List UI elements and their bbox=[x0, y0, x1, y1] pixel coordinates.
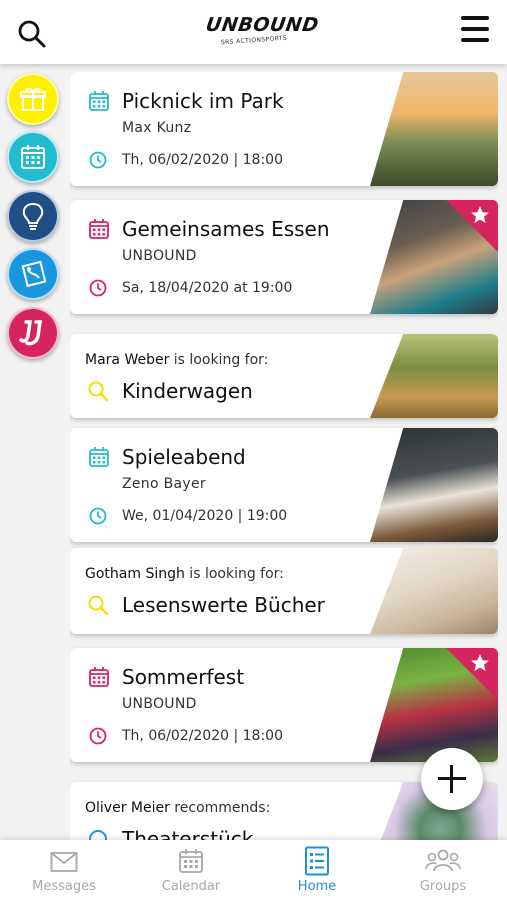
request-item: Lesenswerte Bücher bbox=[122, 593, 325, 617]
request-header: Mara Weber is looking for: bbox=[85, 352, 268, 368]
tab-label: Messages bbox=[32, 879, 96, 894]
search-icon bbox=[87, 380, 109, 406]
bottom-navigation: Messages Calendar Home Groups bbox=[0, 840, 507, 900]
event-image bbox=[370, 72, 498, 186]
category-gift-button[interactable] bbox=[7, 73, 59, 125]
calendar-icon bbox=[88, 218, 110, 244]
request-image bbox=[370, 548, 498, 634]
tab-messages[interactable]: Messages bbox=[1, 840, 127, 900]
event-host: UNBOUND bbox=[122, 248, 197, 264]
event-card[interactable]: Gemeinsames Essen UNBOUND Sa, 18/04/2020… bbox=[70, 200, 498, 314]
recommendation-item: Theaterstück bbox=[122, 827, 254, 840]
request-person: Mara Weber bbox=[85, 352, 170, 368]
search-icon bbox=[87, 594, 109, 620]
request-card[interactable]: Mara Weber is looking for: Kinderwagen bbox=[70, 334, 498, 418]
tab-label: Groups bbox=[419, 879, 467, 894]
recommendation-phrase: recommends: bbox=[169, 800, 271, 816]
top-app-bar: UNBOUND SRS ACTIONSPORTS bbox=[0, 0, 507, 64]
calendar-icon bbox=[88, 446, 110, 472]
add-button[interactable] bbox=[421, 748, 483, 810]
tab-label: Calendar bbox=[161, 879, 221, 894]
event-title: Picknick im Park bbox=[122, 89, 284, 113]
clock-icon bbox=[88, 506, 108, 530]
event-datetime: Th, 06/02/2020 | 18:00 bbox=[122, 152, 283, 168]
category-unbound-button[interactable] bbox=[7, 307, 59, 359]
tab-label: Home bbox=[297, 879, 337, 894]
calendar-icon bbox=[88, 666, 110, 692]
request-person: Gotham Singh bbox=[85, 566, 185, 582]
event-host: UNBOUND bbox=[122, 696, 197, 712]
event-datetime: Th, 06/02/2020 | 18:00 bbox=[122, 728, 283, 744]
tab-groups[interactable]: Groups bbox=[380, 840, 506, 900]
tag-icon bbox=[87, 828, 109, 840]
recommendation-header: Oliver Meier recommends: bbox=[85, 800, 270, 816]
clock-icon bbox=[88, 726, 108, 750]
request-header: Gotham Singh is looking for: bbox=[85, 566, 284, 582]
request-card[interactable]: Gotham Singh is looking for: Lesenswerte… bbox=[70, 548, 498, 634]
category-calendar-button[interactable] bbox=[7, 131, 59, 183]
clock-icon bbox=[88, 278, 108, 302]
event-image bbox=[370, 428, 498, 542]
request-phrase: is looking for: bbox=[184, 566, 284, 582]
event-datetime: We, 01/04/2020 | 19:00 bbox=[122, 508, 288, 524]
app-logo: UNBOUND SRS ACTIONSPORTS bbox=[204, 14, 321, 54]
event-card[interactable]: Sommerfest UNBOUND Th, 06/02/2020 | 18:0… bbox=[70, 648, 498, 762]
star-badge-icon bbox=[444, 200, 498, 254]
request-image bbox=[370, 334, 498, 418]
event-card[interactable]: Spieleabend Zeno Bayer We, 01/04/2020 | … bbox=[70, 428, 498, 542]
calendar-icon bbox=[88, 90, 110, 116]
home-feed[interactable]: Picknick im Park Max Kunz Th, 06/02/2020… bbox=[70, 72, 498, 840]
recommendation-person: Oliver Meier bbox=[85, 800, 170, 816]
event-title: Gemeinsames Essen bbox=[122, 217, 330, 241]
star-badge-icon bbox=[444, 648, 498, 702]
event-host: Zeno Bayer bbox=[122, 476, 206, 492]
hamburger-menu-icon[interactable] bbox=[459, 16, 491, 44]
tab-home[interactable]: Home bbox=[254, 840, 380, 900]
event-title: Sommerfest bbox=[122, 665, 245, 689]
event-host: Max Kunz bbox=[122, 120, 192, 136]
event-card[interactable]: Picknick im Park Max Kunz Th, 06/02/2020… bbox=[70, 72, 498, 186]
event-title: Spieleabend bbox=[122, 445, 246, 469]
request-phrase: is looking for: bbox=[169, 352, 269, 368]
clock-icon bbox=[88, 150, 108, 174]
request-item: Kinderwagen bbox=[122, 379, 253, 403]
event-datetime: Sa, 18/04/2020 at 19:00 bbox=[122, 280, 293, 296]
logo-text: UNBOUND bbox=[204, 14, 321, 36]
tab-calendar[interactable]: Calendar bbox=[128, 840, 254, 900]
category-recommend-button[interactable] bbox=[7, 248, 59, 300]
search-icon[interactable] bbox=[16, 18, 48, 50]
category-idea-button[interactable] bbox=[7, 190, 59, 242]
plus-icon-vertical bbox=[450, 765, 453, 793]
